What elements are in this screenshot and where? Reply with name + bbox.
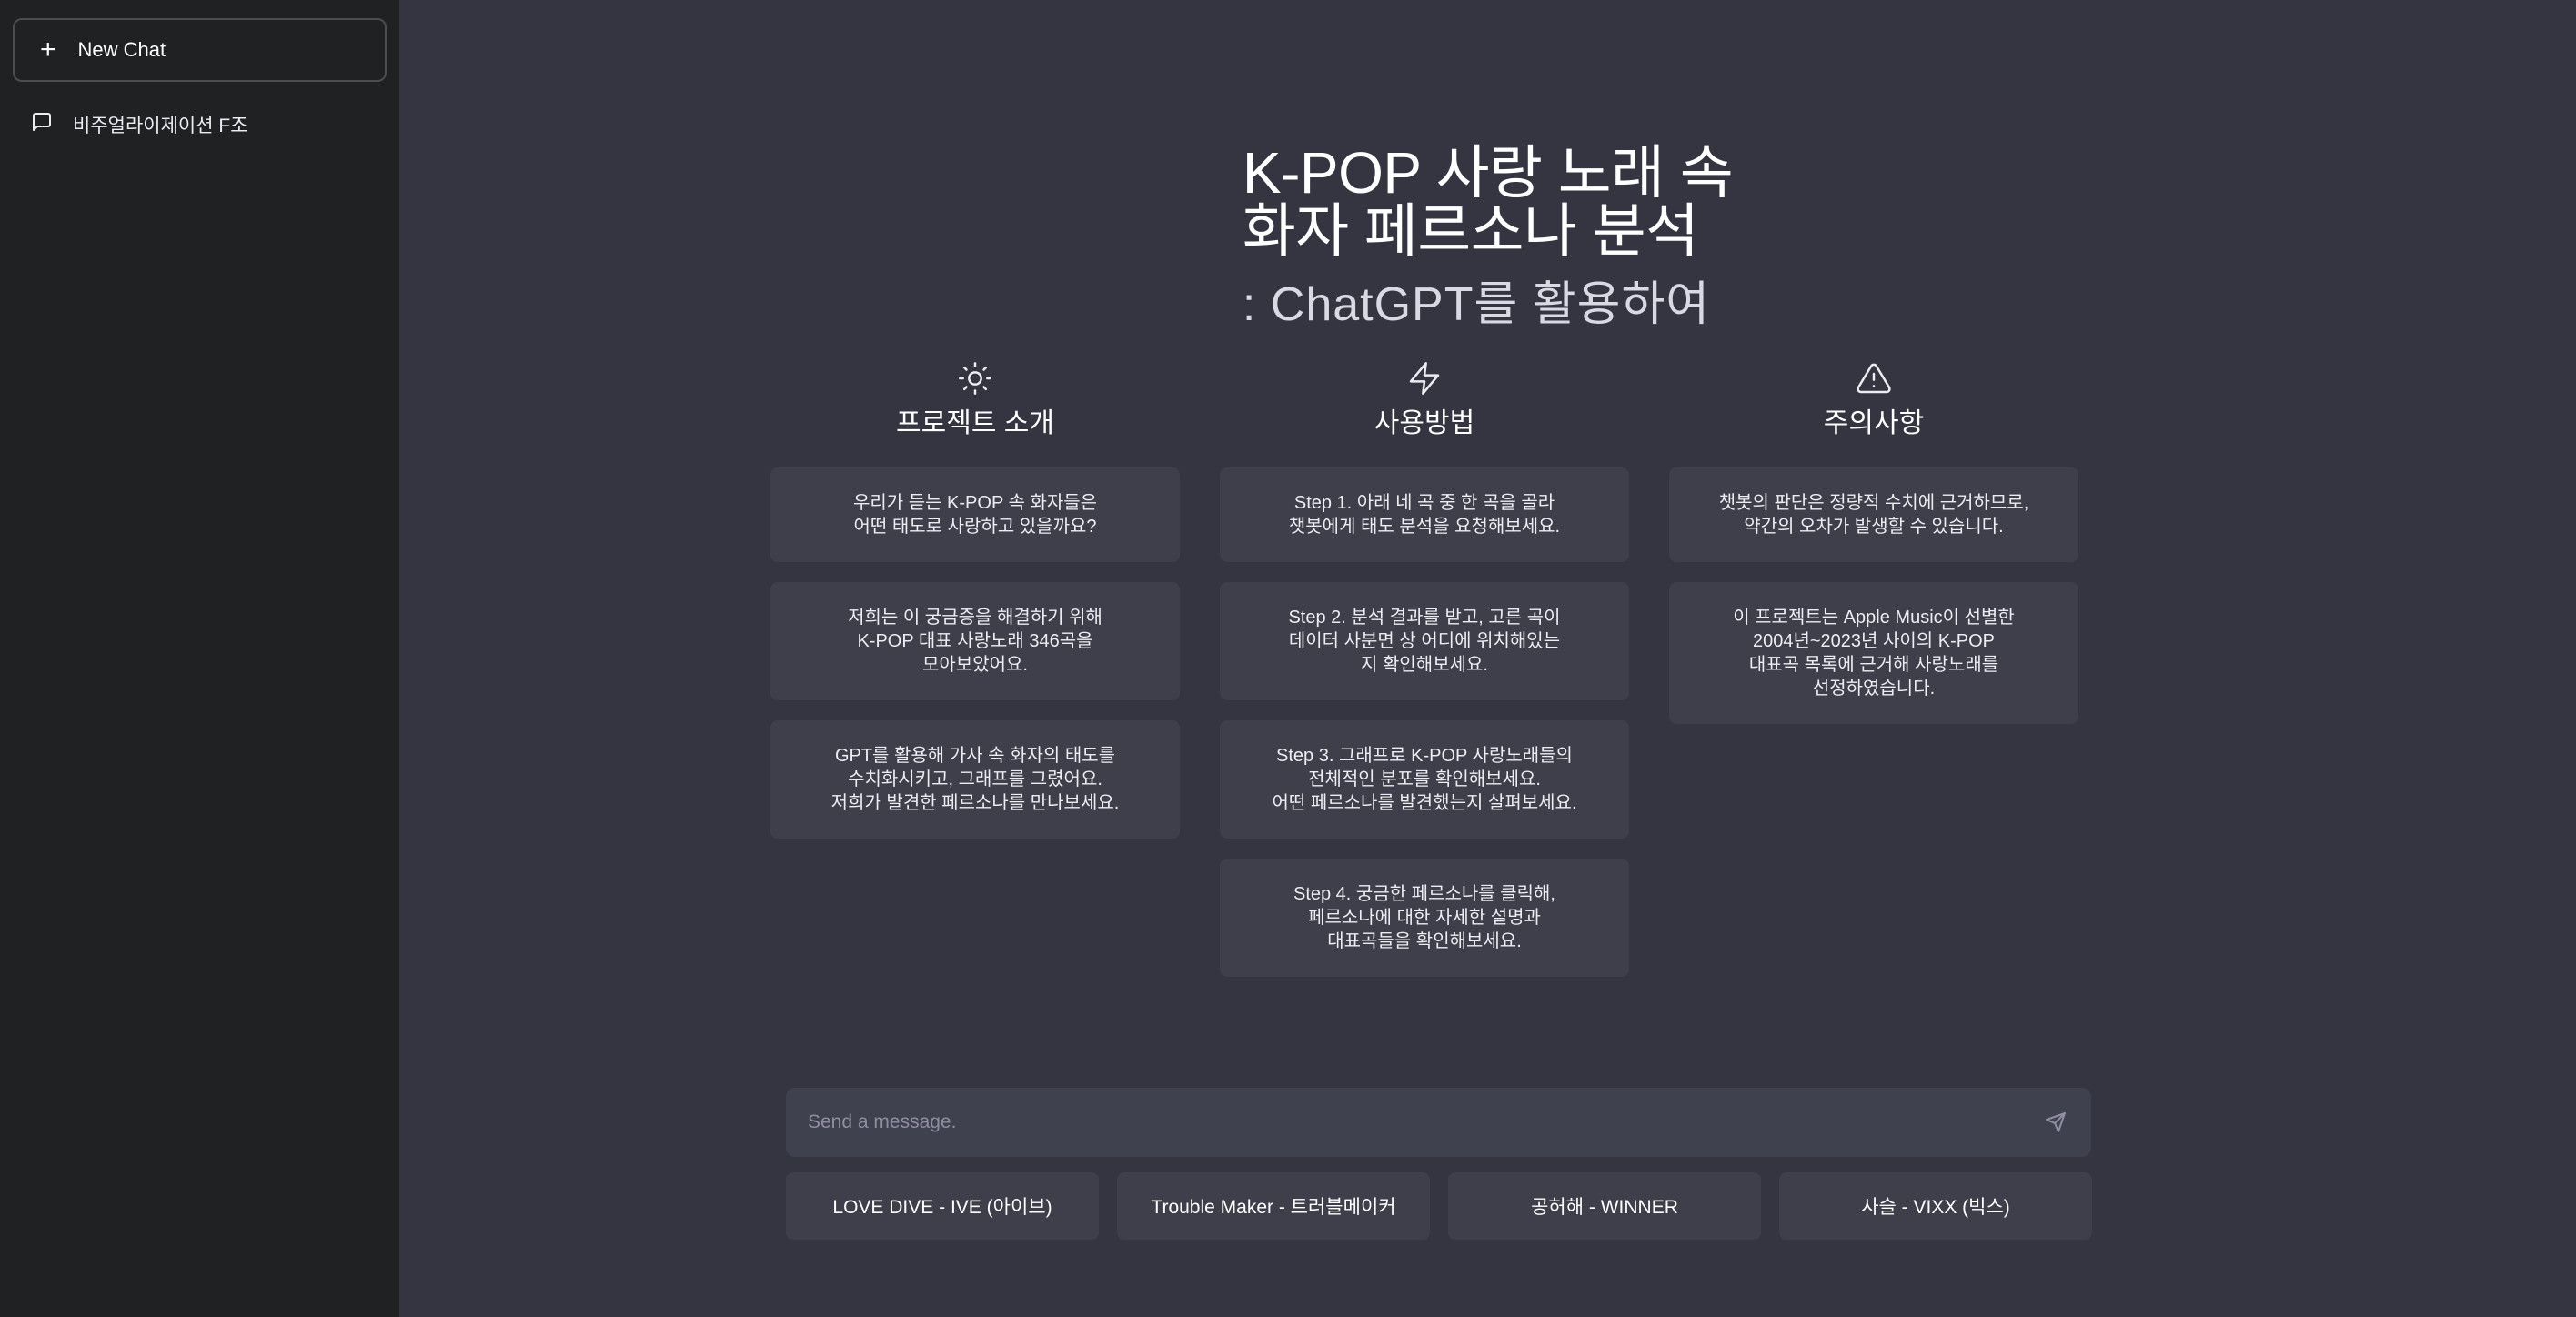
chat-item-label: 비주얼라이제이션 F조 [73,116,248,136]
sidebar: + New Chat 비주얼라이제이션 F조 [0,0,399,1317]
suggestion-button[interactable]: Trouble Maker - 트러블메이커 [1117,1172,1430,1240]
new-chat-button[interactable]: + New Chat [13,18,387,82]
info-card[interactable]: 우리가 듣는 K-POP 속 화자들은 어떤 태도로 사랑하고 있을까요? [770,467,1180,562]
warning-icon [1856,360,1892,397]
suggestion-button[interactable]: 사슬 - VIXX (빅스) [1779,1172,2092,1240]
info-card[interactable]: 저희는 이 궁금증을 해결하기 위해 K-POP 대표 사랑노래 346곡을 모… [770,582,1180,700]
send-button[interactable] [2042,1109,2069,1136]
info-card[interactable]: Step 3. 그래프로 K-POP 사랑노래들의 전체적인 분포를 확인해보세… [1220,720,1629,839]
column-title: 사용방법 [1374,408,1475,438]
main-panel: K-POP 사랑 노래 속 화자 페르소나 분석 : ChatGPT를 활용하여… [399,0,2576,1317]
info-card[interactable]: 이 프로젝트는 Apple Music이 선별한 2004년~2023년 사이의… [1669,582,2078,724]
info-card[interactable]: Step 4. 궁금한 페르소나를 클릭해, 페르소나에 대한 자세한 설명과 … [1220,859,1629,977]
send-icon [2046,1112,2066,1132]
info-card[interactable]: Step 2. 분석 결과를 받고, 고른 곡이 데이터 사분면 상 어디에 위… [1220,582,1629,700]
suggestion-button[interactable]: LOVE DIVE - IVE (아이브) [786,1172,1099,1240]
column-title: 프로젝트 소개 [896,408,1054,438]
chat-bubble-icon [31,111,53,138]
title-block: K-POP 사랑 노래 속 화자 페르소나 분석 : ChatGPT를 활용하여 [399,144,2576,334]
app-root: + New Chat 비주얼라이제이션 F조 K-POP 사랑 노래 속 화자 … [0,0,2576,1317]
info-card[interactable]: 챗봇의 판단은 정량적 수치에 근거하므로, 약간의 오차가 발생할 수 있습니… [1669,467,2078,562]
info-columns: 프로젝트 소개 우리가 듣는 K-POP 속 화자들은 어떤 태도로 사랑하고 … [770,360,2078,997]
suggestion-button[interactable]: 공허해 - WINNER [1448,1172,1761,1240]
lightning-icon [1406,360,1443,397]
info-card[interactable]: Step 1. 아래 네 곡 중 한 곡을 골라 챗봇에게 태도 분석을 요청해… [1220,467,1629,562]
info-card[interactable]: GPT를 활용해 가사 속 화자의 태도를 수치화시키고, 그래프를 그렸어요.… [770,720,1180,839]
column-project-intro: 프로젝트 소개 우리가 듣는 K-POP 속 화자들은 어떤 태도로 사랑하고 … [770,360,1180,997]
message-input[interactable] [808,1111,2042,1133]
page-subtitle: : ChatGPT를 활용하여 [1242,278,1711,331]
suggestion-row: LOVE DIVE - IVE (아이브) Trouble Maker - 트러… [786,1172,2092,1240]
column-how-to-use: 사용방법 Step 1. 아래 네 곡 중 한 곡을 골라 챗봇에게 태도 분석… [1220,360,1629,997]
new-chat-label: New Chat [77,38,166,61]
plus-icon: + [40,35,56,65]
message-input-box [786,1088,2091,1157]
sun-icon [957,360,993,397]
page-title: K-POP 사랑 노래 속 화자 페르소나 분석 [1242,140,1734,264]
column-title: 주의사항 [1823,408,1925,438]
sidebar-chat-item[interactable]: 비주얼라이제이션 F조 [13,96,387,153]
column-cautions: 주의사항 챗봇의 판단은 정량적 수치에 근거하므로, 약간의 오차가 발생할 … [1669,360,2078,997]
